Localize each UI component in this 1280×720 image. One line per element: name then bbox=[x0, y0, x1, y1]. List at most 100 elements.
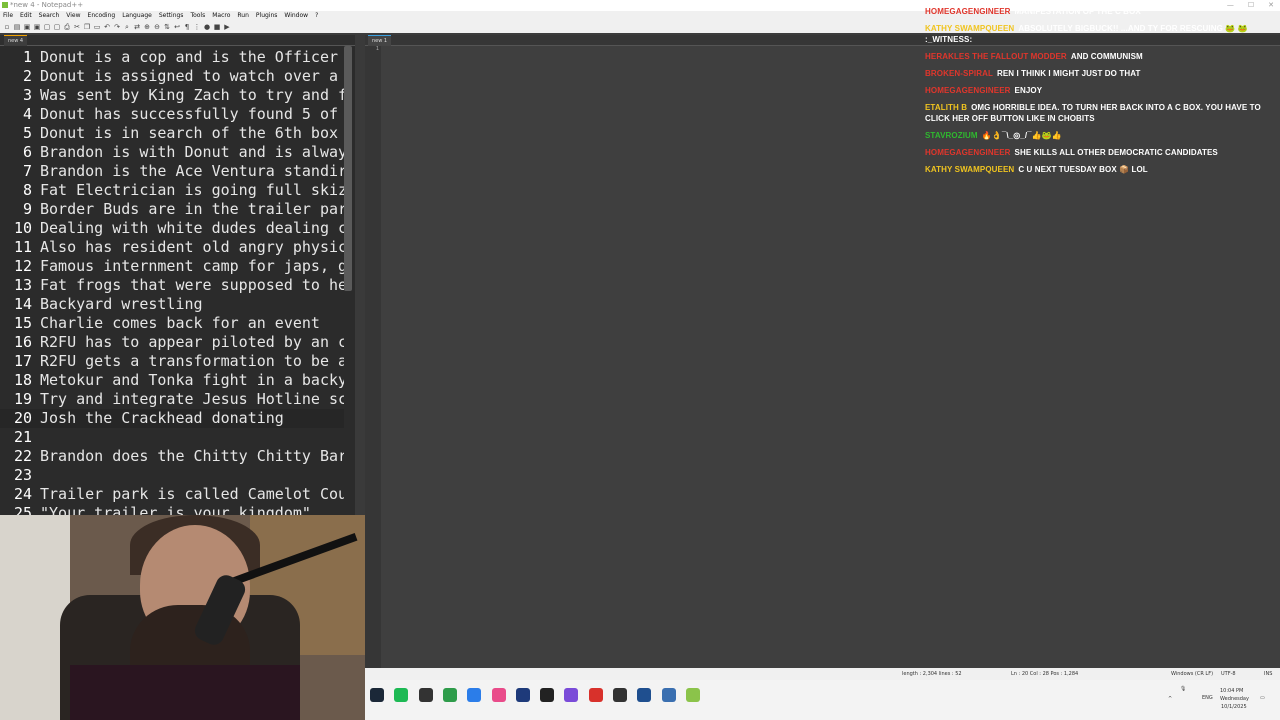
tray-chevron-icon[interactable]: ^ bbox=[1168, 696, 1172, 702]
sync-scroll-icon[interactable]: ⇅ bbox=[163, 23, 171, 31]
copy-icon[interactable]: ❐ bbox=[83, 23, 91, 31]
line-text[interactable]: Was sent by King Zach to try and f bbox=[40, 86, 344, 105]
left-scrollbar[interactable] bbox=[344, 46, 352, 291]
editor-line[interactable]: 10 Dealing with white dudes dealing c bbox=[0, 219, 344, 238]
all-chars-icon[interactable]: ¶ bbox=[183, 23, 191, 31]
line-text[interactable]: Border Buds are in the trailer par bbox=[40, 200, 344, 219]
line-text[interactable]: Backyard wrestling bbox=[40, 295, 344, 314]
line-text[interactable]: Trailer park is called Camelot Cou bbox=[40, 485, 344, 504]
line-text[interactable]: Famous internment camp for japs, g bbox=[40, 257, 344, 276]
taskbar-obsidian-icon[interactable] bbox=[540, 688, 555, 702]
line-text[interactable]: Brandon is with Donut and is alway bbox=[40, 143, 344, 162]
open-file-icon[interactable]: ▤ bbox=[13, 23, 21, 31]
replace-icon[interactable]: ⇄ bbox=[133, 23, 141, 31]
left-editor-text[interactable]: 1 Donut is a cop and is the Officer 2 Donut… bbox=[0, 48, 344, 523]
line-text[interactable]: Try and integrate Jesus Hotline sc bbox=[40, 390, 344, 409]
menu-item-window[interactable]: Window bbox=[284, 11, 308, 21]
play-macro-icon[interactable]: ▶ bbox=[223, 23, 231, 31]
tab-new-4[interactable]: new 4 bbox=[4, 35, 28, 46]
line-text[interactable]: R2FU gets a transformation to be a bbox=[40, 352, 344, 371]
stop-macro-icon[interactable]: ■ bbox=[213, 23, 221, 31]
editor-line[interactable]: 17 R2FU gets a transformation to be a bbox=[0, 352, 344, 371]
menu-item-encoding[interactable]: Encoding bbox=[88, 11, 116, 21]
menu-item-search[interactable]: Search bbox=[39, 11, 60, 21]
taskbar-app-red-icon[interactable] bbox=[588, 688, 603, 702]
close-icon[interactable]: ▢ bbox=[43, 23, 51, 31]
editor-line[interactable]: 24 Trailer park is called Camelot Cou bbox=[0, 485, 344, 504]
cut-icon[interactable]: ✂ bbox=[73, 23, 81, 31]
menu-item-[interactable]: ? bbox=[315, 11, 318, 21]
mic-icon[interactable]: 🎙 bbox=[1180, 686, 1186, 692]
menu-item-plugins[interactable]: Plugins bbox=[256, 11, 278, 21]
editor-line[interactable]: 12 Famous internment camp for japs, g bbox=[0, 257, 344, 276]
line-text[interactable]: Donut is assigned to watch over a bbox=[40, 67, 344, 86]
editor-line[interactable]: 7 Brandon is the Ace Ventura standir bbox=[0, 162, 344, 181]
save-all-icon[interactable]: ▣ bbox=[33, 23, 41, 31]
pane-divider[interactable] bbox=[355, 35, 365, 515]
menu-item-tools[interactable]: Tools bbox=[190, 11, 205, 21]
editor-line[interactable]: 16 R2FU has to appear piloted by an c bbox=[0, 333, 344, 352]
editor-line[interactable]: 22 Brandon does the Chitty Chitty Bar bbox=[0, 447, 344, 466]
taskbar-app-icon[interactable] bbox=[418, 688, 433, 702]
taskbar-steam-icon[interactable] bbox=[370, 688, 384, 702]
line-text[interactable]: Also has resident old angry physic bbox=[40, 238, 344, 257]
editor-line[interactable]: 6 Brandon is with Donut and is alway bbox=[0, 143, 344, 162]
indent-guide-icon[interactable]: ⋮ bbox=[193, 23, 201, 31]
editor-line[interactable]: 4 Donut has successfully found 5 of bbox=[0, 105, 344, 124]
editor-line[interactable]: 19 Try and integrate Jesus Hotline sc bbox=[0, 390, 344, 409]
taskbar-app-purple-icon[interactable] bbox=[564, 688, 579, 702]
line-text[interactable] bbox=[40, 428, 344, 447]
menu-item-run[interactable]: Run bbox=[237, 11, 249, 21]
clock-time[interactable]: 10:04 PM bbox=[1220, 688, 1243, 694]
line-text[interactable]: Brandon does the Chitty Chitty Bar bbox=[40, 447, 344, 466]
zoom-out-icon[interactable]: ⊖ bbox=[153, 23, 161, 31]
line-text[interactable]: Dealing with white dudes dealing c bbox=[40, 219, 344, 238]
line-text[interactable]: Charlie comes back for an event bbox=[40, 314, 344, 333]
taskbar-calculator-icon[interactable] bbox=[661, 688, 676, 702]
taskbar-app-multicolor-icon[interactable] bbox=[491, 688, 506, 702]
tab-new-1[interactable]: new 1 bbox=[368, 35, 392, 46]
line-text[interactable]: Metokur and Tonka fight in a backy bbox=[40, 371, 344, 390]
find-icon[interactable]: ⌕ bbox=[123, 23, 131, 31]
editor-line[interactable]: 14 Backyard wrestling bbox=[0, 295, 344, 314]
editor-line[interactable]: 13 Fat frogs that were supposed to he bbox=[0, 276, 344, 295]
editor-line[interactable]: 1 Donut is a cop and is the Officer bbox=[0, 48, 344, 67]
print-icon[interactable]: ⎙ bbox=[63, 23, 71, 31]
line-text[interactable]: Donut is a cop and is the Officer bbox=[40, 48, 344, 67]
taskbar-notepadpp-icon[interactable] bbox=[685, 688, 700, 702]
menu-item-settings[interactable]: Settings bbox=[159, 11, 184, 21]
line-text[interactable] bbox=[40, 466, 344, 485]
line-text[interactable]: Brandon is the Ace Ventura standir bbox=[40, 162, 344, 181]
editor-line[interactable]: 2 Donut is assigned to watch over a bbox=[0, 67, 344, 86]
editor-line[interactable]: 18 Metokur and Tonka fight in a backy bbox=[0, 371, 344, 390]
word-wrap-icon[interactable]: ↩ bbox=[173, 23, 181, 31]
new-file-icon[interactable]: ▫ bbox=[3, 23, 11, 31]
zoom-in-icon[interactable]: ⊕ bbox=[143, 23, 151, 31]
taskbar-app-blue-icon[interactable] bbox=[467, 688, 482, 702]
menu-item-macro[interactable]: Macro bbox=[212, 11, 230, 21]
editor-line[interactable]: 23 bbox=[0, 466, 344, 485]
menu-item-language[interactable]: Language bbox=[122, 11, 152, 21]
editor-line[interactable]: 5 Donut is in search of the 6th box bbox=[0, 124, 344, 143]
line-text[interactable]: Donut has successfully found 5 of bbox=[40, 105, 344, 124]
editor-line[interactable]: 11 Also has resident old angry physic bbox=[0, 238, 344, 257]
editor-line[interactable]: 21 bbox=[0, 428, 344, 447]
editor-line[interactable]: 15 Charlie comes back for an event bbox=[0, 314, 344, 333]
menu-item-edit[interactable]: Edit bbox=[20, 11, 32, 21]
taskbar-terminal-icon[interactable] bbox=[515, 688, 530, 702]
taskbar-app-doc-icon[interactable] bbox=[637, 688, 652, 702]
close-all-icon[interactable]: ▢ bbox=[53, 23, 61, 31]
line-text[interactable]: R2FU has to appear piloted by an c bbox=[40, 333, 344, 352]
line-text[interactable]: Josh the Crackhead donating bbox=[40, 409, 344, 428]
undo-icon[interactable]: ↶ bbox=[103, 23, 111, 31]
save-icon[interactable]: ▣ bbox=[23, 23, 31, 31]
taskbar-spotify-icon[interactable] bbox=[394, 688, 409, 702]
taskbar-app-dark-icon[interactable] bbox=[613, 688, 627, 702]
record-macro-icon[interactable]: ● bbox=[203, 23, 211, 31]
redo-icon[interactable]: ↷ bbox=[113, 23, 121, 31]
line-text[interactable]: Donut is in search of the 6th box bbox=[40, 124, 344, 143]
taskbar-edge-icon[interactable] bbox=[442, 688, 457, 702]
editor-line[interactable]: 8 Fat Electrician is going full skiz bbox=[0, 181, 344, 200]
paste-icon[interactable]: ▭ bbox=[93, 23, 101, 31]
line-text[interactable]: Fat Electrician is going full skiz bbox=[40, 181, 344, 200]
